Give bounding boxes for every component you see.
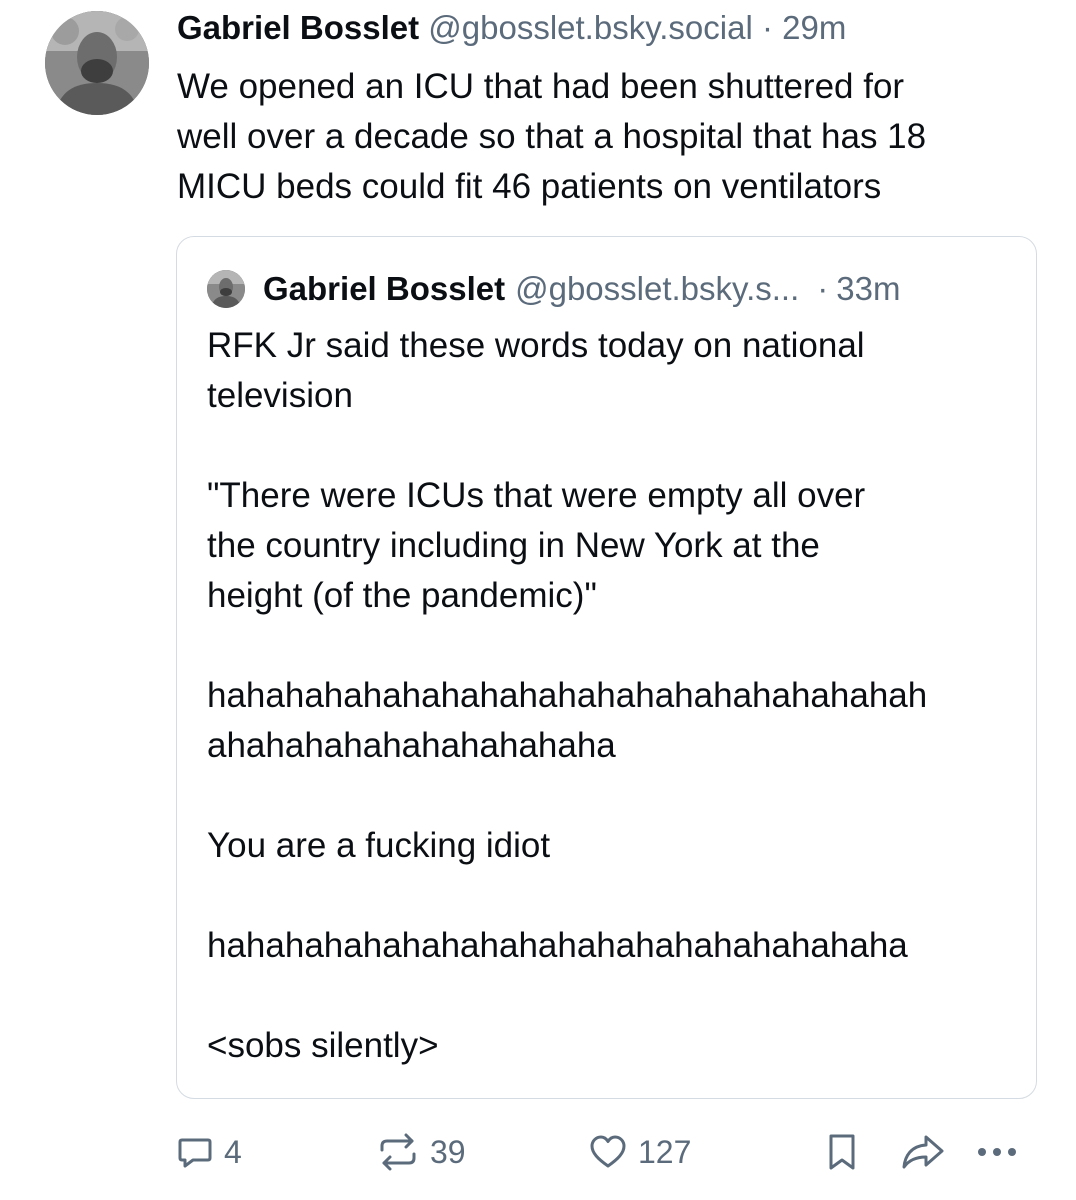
bookmark-icon: [826, 1132, 858, 1172]
reply-icon: [176, 1133, 214, 1171]
quoted-text-line: You are a fucking idiot: [207, 826, 551, 865]
post-header: Gabriel Bosslet @gbosslet.bsky.social · …: [177, 6, 846, 50]
reply-count: 4: [224, 1133, 242, 1170]
more-icon: [974, 1142, 1020, 1162]
quoted-author-avatar: [207, 270, 245, 308]
quoted-text-line: the country including in New York at the: [207, 526, 820, 565]
post-text-line: MICU beds could fit 46 patients on venti…: [177, 167, 882, 206]
like-count: 127: [638, 1133, 692, 1170]
quoted-text-line: height (of the pandemic)": [207, 576, 597, 615]
repost-button[interactable]: 39: [376, 1128, 466, 1176]
post-text: We opened an ICU that had been shuttered…: [177, 62, 1037, 212]
share-icon: [900, 1132, 946, 1172]
post-text-line: well over a decade so that a hospital th…: [177, 117, 927, 156]
quoted-post-time: 33m: [836, 270, 901, 307]
quoted-author-name: Gabriel Bosslet: [263, 270, 506, 307]
post-time[interactable]: 29m: [782, 9, 846, 46]
quoted-text-line: "There were ICUs that were empty all ove…: [207, 476, 866, 515]
post: Gabriel Bosslet @gbosslet.bsky.social · …: [0, 0, 1076, 1200]
more-options-button[interactable]: [974, 1128, 1020, 1176]
separator-dot: ·: [761, 9, 773, 46]
quoted-post-header: Gabriel Bosslet @gbosslet.bsky.s... · 33…: [207, 264, 900, 314]
post-text-line: We opened an ICU that had been shuttered…: [177, 67, 905, 106]
quoted-text-line: ahahahahahahahahahaha: [207, 726, 616, 765]
quoted-text-line: RFK Jr said these words today on nationa…: [207, 326, 865, 365]
reply-button[interactable]: 4: [176, 1128, 242, 1176]
author-name[interactable]: Gabriel Bosslet: [177, 9, 419, 46]
quoted-text-line: television: [207, 376, 353, 415]
like-icon: [588, 1133, 628, 1171]
repost-icon: [376, 1132, 420, 1172]
bookmark-button[interactable]: [826, 1128, 858, 1176]
like-button[interactable]: 127: [588, 1128, 691, 1176]
author-avatar[interactable]: [45, 11, 149, 115]
quoted-author-handle: @gbosslet.bsky.s...: [515, 270, 800, 307]
quoted-text-line: <sobs silently>: [207, 1026, 439, 1065]
share-button[interactable]: [900, 1128, 946, 1176]
author-handle[interactable]: @gbosslet.bsky.social: [428, 9, 753, 46]
quoted-text-line: hahahahahahahahahahahahahahahahahahah: [207, 676, 928, 715]
quoted-text-line: hahahahahahahahahahahahahahahahahaha: [207, 926, 908, 965]
repost-count: 39: [430, 1133, 466, 1170]
separator-dot: ·: [817, 270, 829, 307]
